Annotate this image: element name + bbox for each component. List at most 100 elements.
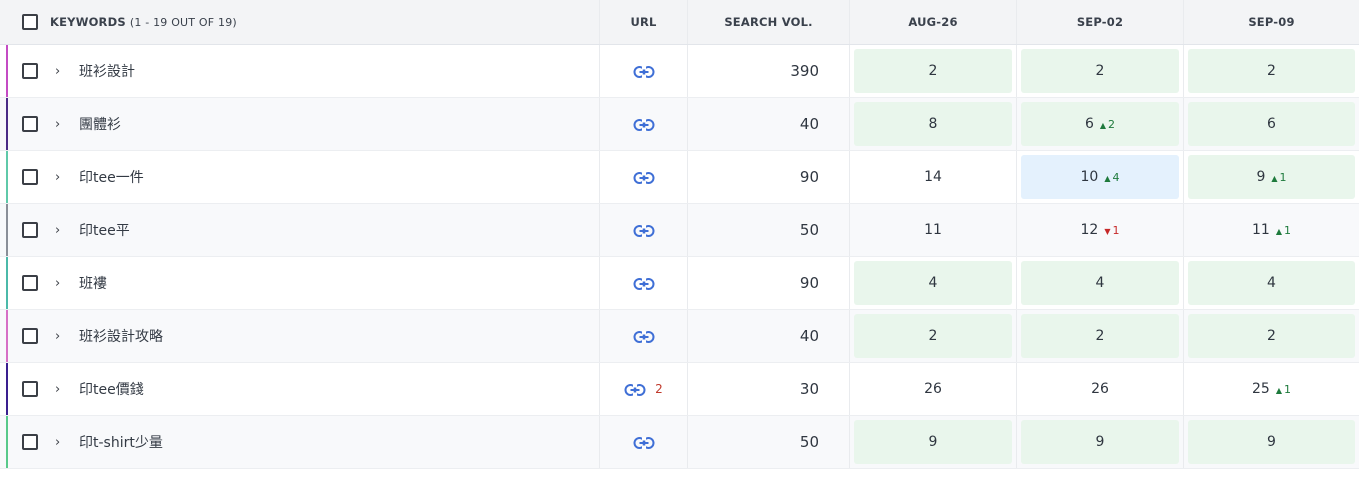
- url-cell: [600, 45, 688, 97]
- rank-value: 2: [1267, 63, 1276, 79]
- expand-chevron-icon[interactable]: ›: [55, 170, 79, 185]
- keyword-text[interactable]: 印t-shirt少量: [79, 432, 163, 452]
- row-checkbox[interactable]: [22, 434, 38, 450]
- rank-box[interactable]: 9: [854, 420, 1012, 464]
- select-all-checkbox[interactable]: [22, 14, 38, 30]
- rank-cell-sep-02: 4: [1017, 257, 1184, 309]
- url-cell: [600, 257, 688, 309]
- expand-chevron-icon[interactable]: ›: [55, 117, 79, 132]
- row-checkbox[interactable]: [22, 63, 38, 79]
- rank-box[interactable]: 4: [1021, 261, 1179, 305]
- keywords-count: (1 - 19 OUT OF 19): [129, 15, 237, 29]
- date-header-sep-02[interactable]: SEP-02: [1017, 0, 1184, 44]
- rank-change-value: 1: [1283, 382, 1291, 396]
- keyword-cell: › 團體衫: [0, 98, 600, 150]
- keyword-text[interactable]: 班褸: [79, 273, 107, 293]
- row-checkbox[interactable]: [22, 328, 38, 344]
- rank-value: 9: [1095, 434, 1105, 450]
- rank-value: 6: [1267, 116, 1276, 132]
- url-cell: [600, 204, 688, 256]
- rank-box[interactable]: 14: [854, 155, 1012, 199]
- rank-box[interactable]: 2: [854, 314, 1012, 358]
- rank-box[interactable]: 26: [854, 367, 1012, 411]
- rank-change: ▲ 2: [1100, 118, 1115, 131]
- rank-box[interactable]: 2: [1188, 314, 1355, 358]
- row-color-indicator: [6, 45, 8, 97]
- rank-box[interactable]: 2: [1188, 49, 1355, 93]
- rank-cell-aug-26: 4: [850, 257, 1017, 309]
- link-icon[interactable]: [633, 170, 655, 184]
- row-checkbox[interactable]: [22, 222, 38, 238]
- rank-cell-aug-26: 8: [850, 98, 1017, 150]
- rank-box[interactable]: 12 ▼ 1: [1021, 208, 1179, 252]
- rank-box[interactable]: 26: [1021, 367, 1179, 411]
- date-header-sep-09[interactable]: SEP-09: [1184, 0, 1359, 44]
- rank-cell-sep-02: 6 ▲ 2: [1017, 98, 1184, 150]
- expand-chevron-icon[interactable]: ›: [55, 435, 79, 450]
- link-icon[interactable]: [633, 64, 655, 78]
- rank-cell-sep-02: 10 ▲ 4: [1017, 151, 1184, 203]
- rank-box[interactable]: 11 ▲ 1: [1188, 208, 1355, 252]
- rank-cell-aug-26: 11: [850, 204, 1017, 256]
- rank-box[interactable]: 4: [1188, 261, 1355, 305]
- triangle-up-icon: ▲: [1275, 226, 1282, 236]
- rank-value: 9: [1267, 434, 1276, 450]
- rank-cell-sep-02: 12 ▼ 1: [1017, 204, 1184, 256]
- rank-box[interactable]: 2: [854, 49, 1012, 93]
- rank-box[interactable]: 9: [1188, 420, 1355, 464]
- link-icon[interactable]: [633, 223, 655, 237]
- keyword-cell: › 印tee平: [0, 204, 600, 256]
- table-row: › 班衫設計攻略 40 2 2 2: [0, 310, 1359, 363]
- triangle-down-icon: ▼: [1104, 226, 1111, 236]
- keyword-text[interactable]: 印tee價錢: [79, 379, 144, 399]
- row-checkbox[interactable]: [22, 169, 38, 185]
- rank-value: 11: [924, 222, 942, 238]
- search-volume: 90: [799, 274, 819, 292]
- expand-chevron-icon[interactable]: ›: [55, 329, 79, 344]
- triangle-up-icon: ▲: [1275, 385, 1282, 395]
- keyword-text[interactable]: 團體衫: [79, 114, 121, 134]
- link-icon[interactable]: [633, 329, 655, 343]
- search-volume-cell: 90: [688, 151, 850, 203]
- link-icon[interactable]: [633, 117, 655, 131]
- rank-box[interactable]: 6 ▲ 2: [1021, 102, 1179, 146]
- date-header-aug-26[interactable]: AUG-26: [850, 0, 1017, 44]
- rank-value: 11: [1252, 222, 1270, 238]
- rank-value: 12: [1080, 222, 1099, 238]
- rank-box[interactable]: 10 ▲ 4: [1021, 155, 1179, 199]
- expand-chevron-icon[interactable]: ›: [55, 276, 79, 291]
- expand-chevron-icon[interactable]: ›: [55, 64, 79, 79]
- expand-chevron-icon[interactable]: ›: [55, 223, 79, 238]
- rank-box[interactable]: 9 ▲ 1: [1188, 155, 1355, 199]
- rank-box[interactable]: 11: [854, 208, 1012, 252]
- search-vol-header[interactable]: SEARCH VOL.: [688, 0, 850, 44]
- keyword-text[interactable]: 班衫設計攻略: [79, 326, 163, 346]
- keyword-cell: › 印tee價錢: [0, 363, 600, 415]
- link-icon[interactable]: [633, 435, 655, 449]
- keyword-text[interactable]: 印tee一件: [79, 167, 144, 187]
- keyword-text[interactable]: 印tee平: [79, 220, 130, 240]
- rank-cell-sep-02: 2: [1017, 45, 1184, 97]
- url-count[interactable]: 2: [655, 382, 663, 396]
- link-icon[interactable]: [624, 382, 646, 396]
- rank-value: 9: [928, 434, 938, 450]
- url-header[interactable]: URL: [600, 0, 688, 44]
- expand-chevron-icon[interactable]: ›: [55, 382, 79, 397]
- link-icon[interactable]: [633, 276, 655, 290]
- rank-box[interactable]: 2: [1021, 314, 1179, 358]
- row-checkbox[interactable]: [22, 116, 38, 132]
- rank-value: 6: [1084, 116, 1094, 132]
- rank-box[interactable]: 9: [1021, 420, 1179, 464]
- rank-box[interactable]: 6: [1188, 102, 1355, 146]
- search-volume: 30: [799, 380, 819, 398]
- row-color-indicator: [6, 257, 8, 309]
- row-checkbox[interactable]: [22, 275, 38, 291]
- row-checkbox[interactable]: [22, 381, 38, 397]
- rank-box[interactable]: 8: [854, 102, 1012, 146]
- rank-box[interactable]: 25 ▲ 1: [1188, 367, 1355, 411]
- keyword-text[interactable]: 班衫設計: [79, 61, 135, 81]
- rank-cell-aug-26: 2: [850, 310, 1017, 362]
- keywords-header-label[interactable]: KEYWORDS: [50, 15, 126, 29]
- rank-box[interactable]: 2: [1021, 49, 1179, 93]
- rank-box[interactable]: 4: [854, 261, 1012, 305]
